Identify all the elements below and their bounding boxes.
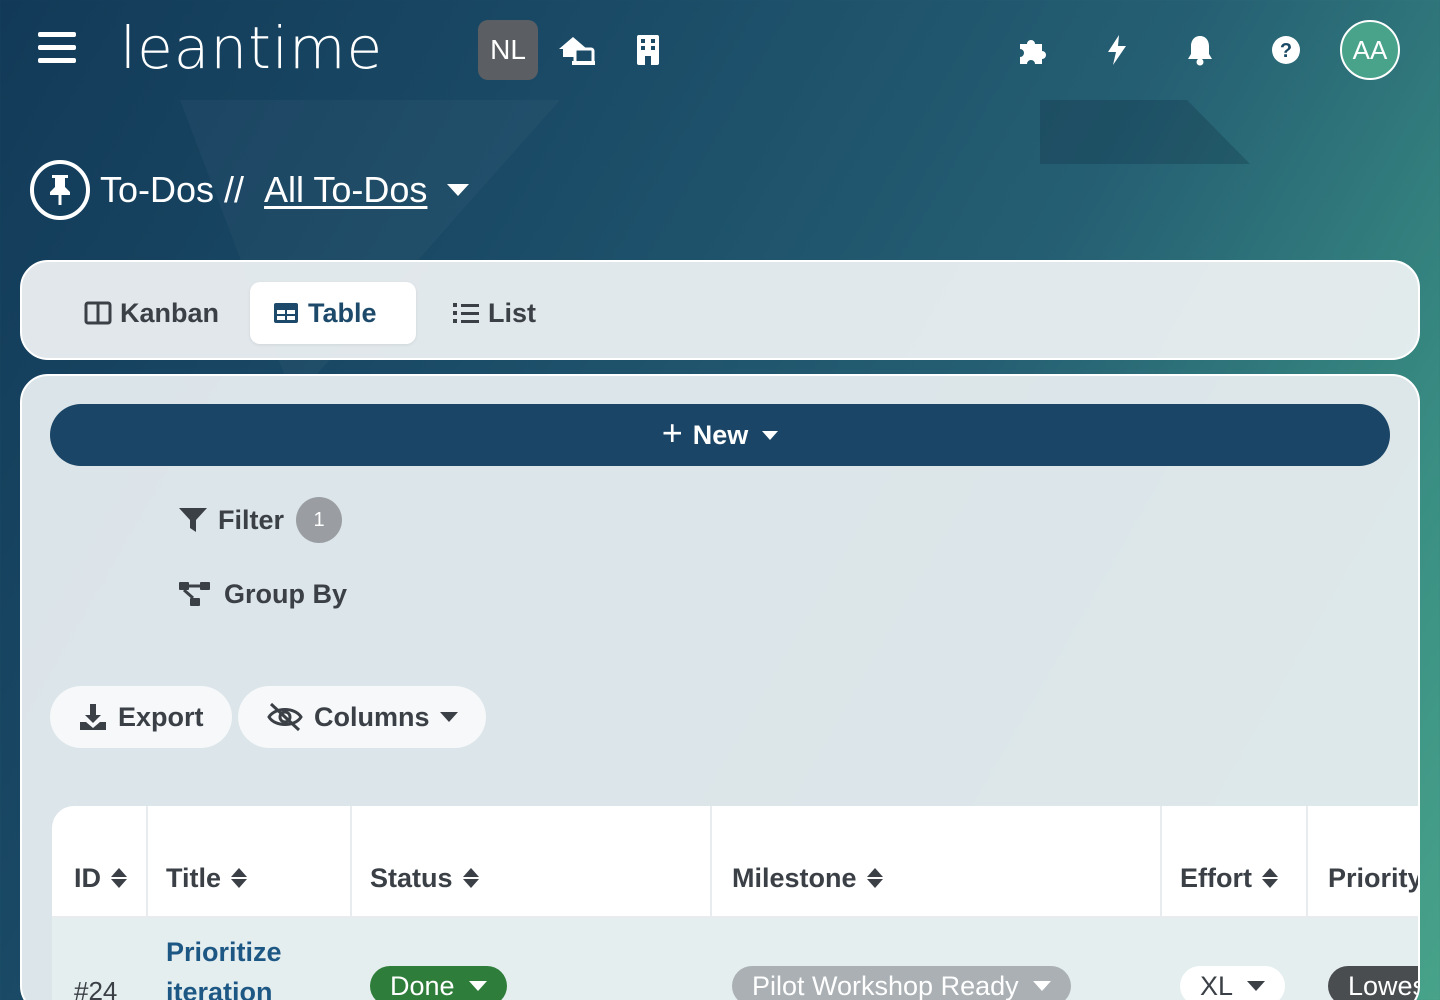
group-by-button[interactable]: Group By (178, 572, 347, 616)
table-icon (274, 303, 298, 323)
chevron-down-icon[interactable] (447, 184, 470, 196)
filter-count-badge: 1 (296, 497, 343, 543)
table-header: ID Title Status Milestone Effort Priorit… (52, 806, 1418, 918)
column-header-status[interactable]: Status (370, 806, 479, 918)
chevron-down-icon (1247, 981, 1266, 991)
effort-dropdown[interactable]: XL (1180, 966, 1286, 1000)
new-button[interactable]: + New (50, 404, 1390, 466)
eye-slash-icon (267, 702, 303, 732)
chevron-down-icon (468, 981, 487, 991)
column-header-id[interactable]: ID (74, 806, 127, 918)
todo-title-link[interactable]: Prioritize iteration (166, 932, 346, 1000)
columns-button[interactable]: Columns (238, 686, 486, 748)
pin-icon (30, 160, 90, 220)
milestone-dropdown[interactable]: Pilot Workshop Ready (732, 966, 1071, 1000)
plus-icon: + (661, 412, 683, 453)
home-icon[interactable] (556, 30, 596, 70)
filter-button[interactable]: Filter 1 (178, 496, 343, 544)
lightning-icon[interactable] (1097, 30, 1137, 70)
export-label: Export (118, 701, 204, 732)
list-icon (453, 303, 479, 323)
sort-icon (231, 868, 248, 888)
chevron-down-icon (439, 712, 458, 722)
kanban-icon (84, 301, 112, 325)
chevron-down-icon (762, 430, 779, 440)
chevron-down-icon (1032, 981, 1051, 991)
column-header-effort[interactable]: Effort (1180, 806, 1278, 918)
columns-label: Columns (314, 701, 430, 732)
column-header-milestone[interactable]: Milestone (732, 806, 883, 918)
sort-icon (111, 868, 127, 888)
filter-icon (179, 508, 207, 532)
todo-table: ID Title Status Milestone Effort Priorit… (52, 806, 1418, 1000)
filter-label: Filter (218, 504, 285, 535)
sort-icon (462, 868, 479, 888)
project-badge[interactable]: NL (478, 20, 538, 80)
sort-icon (1261, 868, 1278, 888)
bell-icon[interactable] (1180, 30, 1220, 70)
main-panel: + New Filter 1 Group By Export Columns I… (20, 374, 1420, 1000)
status-dropdown[interactable]: Done (370, 966, 507, 1000)
menu-toggle-icon[interactable] (38, 32, 76, 66)
tab-label: Table (308, 297, 377, 328)
tab-label: List (488, 297, 537, 328)
building-icon[interactable] (628, 30, 668, 70)
todo-id: #24 (74, 976, 118, 1000)
column-header-priority[interactable]: Priority (1328, 806, 1418, 918)
group-by-icon (179, 582, 210, 606)
page-title: To-Dos // All To-Dos (30, 160, 470, 220)
table-row: #24 Prioritize iteration Done Pilot Work… (52, 918, 1418, 1000)
svg-text:?: ? (1280, 40, 1292, 62)
top-navigation: leantime NL ? AA (0, 0, 1440, 100)
tab-kanban[interactable]: Kanban (62, 282, 241, 344)
view-tabs: Kanban Table List (20, 260, 1420, 360)
help-icon[interactable]: ? (1266, 30, 1306, 70)
column-header-title[interactable]: Title (166, 806, 248, 918)
export-button[interactable]: Export (50, 686, 232, 748)
tab-label: Kanban (120, 297, 220, 328)
tab-table[interactable]: Table (250, 282, 416, 344)
background-decoration (1040, 100, 1250, 164)
tab-list[interactable]: List (430, 282, 558, 344)
sort-icon (866, 868, 883, 888)
title-prefix: To-Dos // (100, 169, 245, 210)
puzzle-icon[interactable] (1012, 30, 1052, 70)
new-button-label: New (692, 419, 749, 450)
view-selector-link[interactable]: All To-Dos (264, 169, 427, 211)
user-avatar[interactable]: AA (1340, 20, 1400, 80)
download-icon (80, 704, 106, 730)
group-by-label: Group By (224, 578, 348, 609)
app-logo[interactable]: leantime (120, 8, 383, 88)
priority-dropdown[interactable]: Lowest (1328, 966, 1418, 1000)
